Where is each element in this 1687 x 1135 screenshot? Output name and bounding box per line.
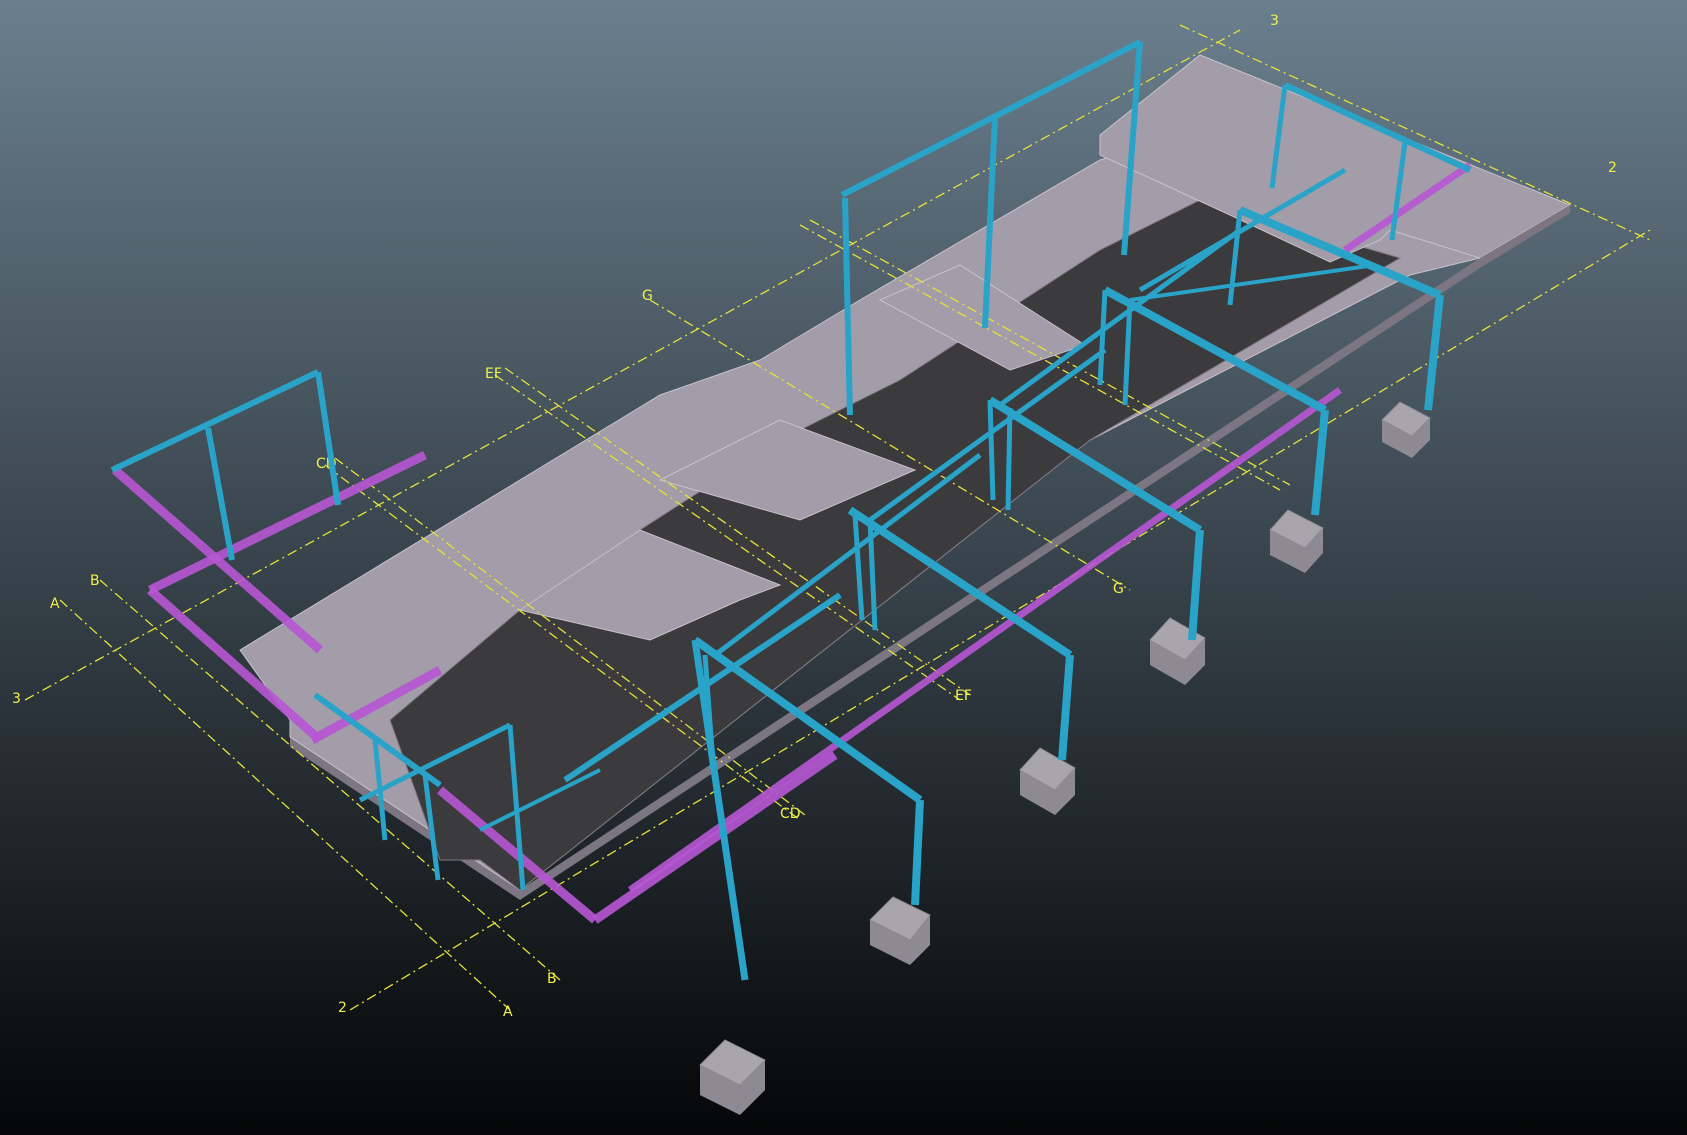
grid-label-b-left: B [90,573,100,589]
grid-label-3-left: 3 [12,691,21,707]
grid-label-cd-right: CD [780,806,801,822]
grid-label-ef-right: EF [955,688,972,704]
grid-label-2-bottom: 2 [338,1000,347,1016]
grid-label-a-bottom: A [503,1004,513,1020]
grid-label-b-bottom: B [547,971,557,987]
grid-label-3-top: 3 [1270,13,1279,29]
grid-label-2-right: 2 [1608,160,1617,176]
grid-label-g-right: G [1113,581,1124,597]
grid-label-ef-left: EF [485,366,502,382]
grid-label-a-left: A [50,596,60,612]
grid-label-g-left: G [642,288,653,304]
structural-model-scene[interactable]: A B CD EF G 3 2 B A CD EF G 3 2 [0,0,1687,1135]
3d-model-viewport[interactable]: A B CD EF G 3 2 B A CD EF G 3 2 [0,0,1687,1135]
